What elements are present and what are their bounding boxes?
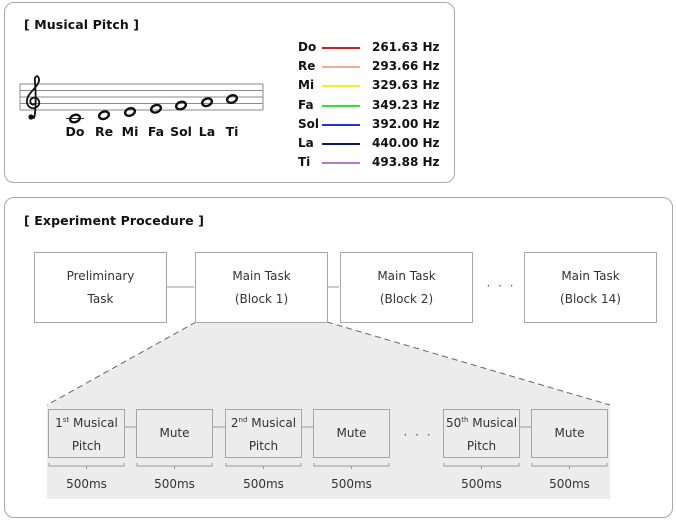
block-line2: Task (87, 291, 114, 306)
block-line2: (Block 1) (234, 291, 289, 306)
block-line1: Main Task (232, 268, 291, 283)
trial-step-duration: 500ms (549, 477, 590, 491)
trial-step-line2: Pitch (248, 439, 279, 453)
trial-step-duration: 500ms (461, 477, 502, 491)
trial-step-line1: Mute (554, 426, 585, 440)
trial-step-pitch: 50th Musical Pitch (443, 409, 520, 458)
block-main-task-2: Main Task (Block 2) (340, 252, 473, 323)
block-line2: (Block 14) (560, 291, 621, 306)
trial-ellipsis: · · · (403, 428, 433, 442)
block-line1: Preliminary (66, 268, 135, 283)
trial-step-duration: 500ms (66, 477, 107, 491)
trial-step-line2: Pitch (71, 439, 102, 453)
block-main-task-14: Main Task (Block 14) (524, 252, 657, 323)
trial-step-duration: 500ms (243, 477, 284, 491)
trial-step-pitch: 1st Musical Pitch (48, 409, 125, 458)
trial-step-line1: 2nd Musical (230, 416, 297, 430)
trial-step-line2: Pitch (466, 439, 497, 453)
trial-step-line1: Mute (336, 426, 367, 440)
ordinal-suffix: nd (238, 416, 248, 424)
block-line2: (Block 2) (379, 291, 434, 306)
trial-step-mute: Mute (531, 409, 608, 458)
trial-step-line1: 1st Musical (55, 416, 118, 430)
block-line1: Main Task (561, 268, 620, 283)
trial-step-line1: 50th Musical (445, 416, 518, 430)
block-preliminary-task: Preliminary Task (34, 252, 167, 323)
trial-step-pitch: 2nd Musical Pitch (225, 409, 302, 458)
block-main-task-1: Main Task (Block 1) (195, 252, 328, 323)
ordinal-suffix: th (461, 416, 469, 424)
trial-step-duration: 500ms (154, 477, 195, 491)
trial-step-mute: Mute (313, 409, 390, 458)
blocks-ellipsis: · · · (486, 279, 516, 293)
ordinal-suffix: st (62, 416, 70, 424)
block-line1: Main Task (377, 268, 436, 283)
trial-step-line1: Mute (159, 426, 190, 440)
trial-step-duration: 500ms (331, 477, 372, 491)
trial-step-mute: Mute (136, 409, 213, 458)
